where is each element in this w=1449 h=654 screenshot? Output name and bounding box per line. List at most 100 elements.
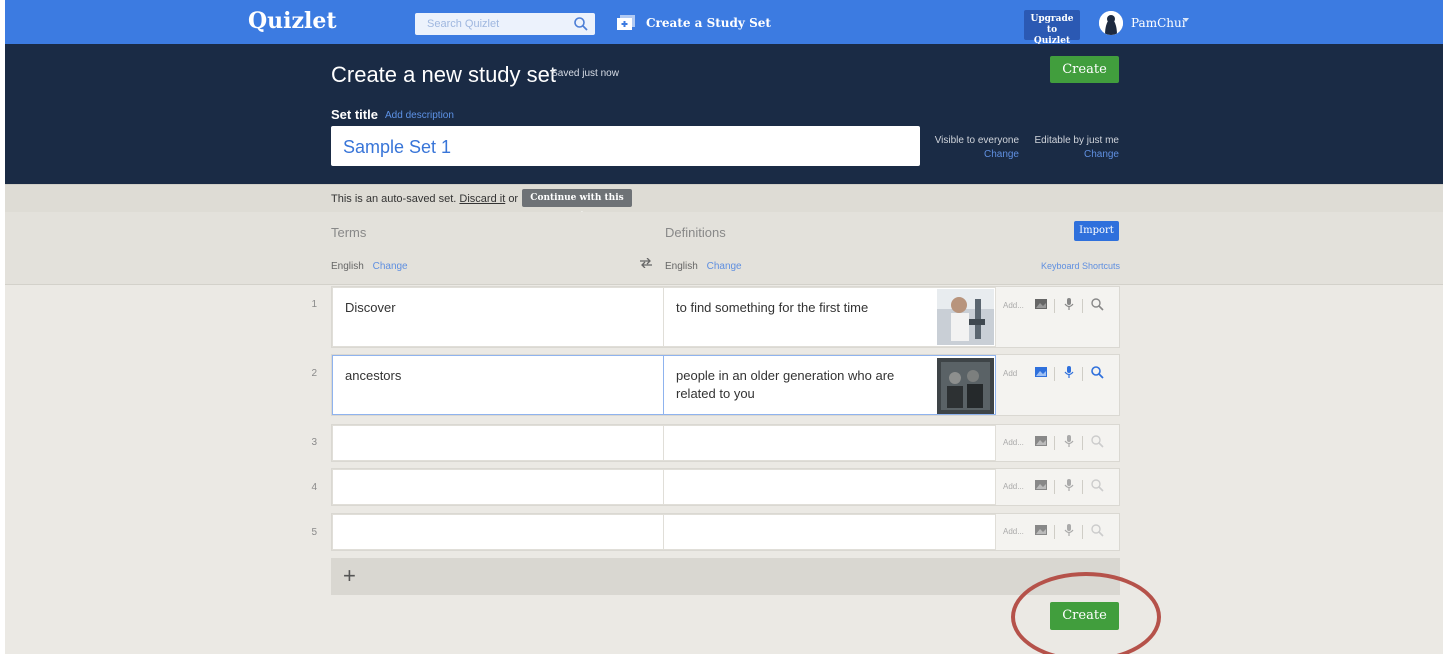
terms-header: Terms Definitions Import English Change … xyxy=(5,212,1443,285)
row-tools: Add... xyxy=(996,469,1120,505)
image-icon[interactable] xyxy=(1034,478,1048,492)
microphone-icon[interactable] xyxy=(1062,434,1076,448)
add-image-link[interactable]: Add... xyxy=(1003,527,1024,536)
add-image-link[interactable]: Add... xyxy=(1003,438,1024,447)
username[interactable]: PamChui xyxy=(1131,16,1186,30)
divider xyxy=(1082,480,1083,494)
keyboard-shortcuts-link[interactable]: Keyboard Shortcuts xyxy=(1041,261,1120,271)
microphone-icon[interactable] xyxy=(1062,478,1076,492)
visibility-change-link[interactable]: Change xyxy=(923,149,1019,160)
continue-button[interactable]: Continue with this set xyxy=(522,189,632,221)
terms-column-title: Terms xyxy=(331,225,367,240)
chevron-down-icon[interactable] xyxy=(1183,18,1189,22)
autosave-prefix: This is an auto-saved set. xyxy=(331,193,457,205)
top-nav: Quizlet Search Quizlet Create a Study Se… xyxy=(5,0,1443,57)
card-row: ancestors people in an older generation … xyxy=(331,354,1120,416)
add-description-link[interactable]: Add description xyxy=(385,110,454,121)
microphone-icon[interactable] xyxy=(1062,523,1076,537)
definition-image[interactable] xyxy=(937,358,994,414)
divider xyxy=(1054,480,1055,494)
term-input[interactable] xyxy=(332,425,664,461)
term-input[interactable] xyxy=(332,469,664,505)
def-language-change[interactable]: Change xyxy=(707,261,742,272)
editable-setting: Editable by just me Change xyxy=(1025,135,1120,160)
upgrade-button[interactable]: Upgrade to Quizlet Plus xyxy=(1024,10,1080,57)
divider xyxy=(1054,299,1055,313)
add-card-button[interactable]: + xyxy=(331,558,1120,595)
row-tools: Add... xyxy=(996,514,1120,550)
row-tools: Add... xyxy=(996,425,1120,461)
set-title-input[interactable]: Sample Set 1 xyxy=(331,126,920,166)
app-frame: Quizlet Search Quizlet Create a Study Se… xyxy=(5,0,1443,654)
search-icon[interactable] xyxy=(1090,523,1104,537)
term-input[interactable] xyxy=(332,514,664,550)
discard-link[interactable]: Discard it xyxy=(459,193,505,205)
term-language: English Change xyxy=(331,261,408,272)
row-number: 5 xyxy=(311,527,317,538)
divider xyxy=(1082,299,1083,313)
image-icon[interactable] xyxy=(1034,523,1048,537)
annotation-circle xyxy=(1011,572,1161,654)
divider xyxy=(1054,436,1055,450)
divider xyxy=(1082,436,1083,450)
definition-input[interactable] xyxy=(663,469,996,505)
row-tools: Add... xyxy=(996,287,1120,347)
divider xyxy=(1054,525,1055,539)
swap-icon[interactable] xyxy=(639,258,653,268)
search-box[interactable]: Search Quizlet xyxy=(415,13,595,35)
set-title-value[interactable]: Sample Set 1 xyxy=(343,137,451,158)
divider xyxy=(1082,367,1083,381)
term-text[interactable]: ancestors xyxy=(345,367,401,385)
definition-image[interactable] xyxy=(937,289,994,345)
autosave-or: or xyxy=(508,193,519,205)
add-image-link[interactable]: Add xyxy=(1003,369,1017,378)
card-row: Discover to find something for the first… xyxy=(331,286,1120,348)
import-button[interactable]: Import xyxy=(1074,221,1119,241)
autosave-bar: This is an auto-saved set. Discard it or… xyxy=(5,184,1443,221)
search-icon[interactable] xyxy=(1090,434,1104,448)
row-number: 1 xyxy=(311,299,317,310)
autosave-message: This is an auto-saved set. Discard it or xyxy=(331,193,518,205)
card-row: Add... xyxy=(331,424,1120,462)
microphone-icon[interactable] xyxy=(1062,365,1076,379)
create-button-top[interactable]: Create xyxy=(1050,56,1119,83)
visibility-setting: Visible to everyone Change xyxy=(923,135,1019,160)
add-set-icon[interactable] xyxy=(617,15,635,30)
definition-input[interactable] xyxy=(663,425,996,461)
add-image-link[interactable]: Add... xyxy=(1003,482,1024,491)
divider xyxy=(1054,367,1055,381)
search-icon[interactable] xyxy=(1090,297,1104,311)
term-input[interactable]: Discover xyxy=(332,287,664,347)
definition-text[interactable]: people in an older generation who are re… xyxy=(676,367,916,403)
term-language-change[interactable]: Change xyxy=(373,261,408,272)
save-status: · Saved just now xyxy=(545,68,619,79)
divider xyxy=(1082,525,1083,539)
image-icon[interactable] xyxy=(1034,297,1048,311)
search-icon[interactable] xyxy=(1090,478,1104,492)
term-text[interactable]: Discover xyxy=(345,299,396,317)
card-row: Add... xyxy=(331,513,1120,551)
definition-text[interactable]: to find something for the first time xyxy=(676,299,868,317)
def-language: English Change xyxy=(665,261,742,272)
quizlet-logo[interactable]: Quizlet xyxy=(248,8,337,34)
avatar[interactable] xyxy=(1099,11,1123,35)
create-study-set-link[interactable]: Create a Study Set xyxy=(646,16,771,30)
plus-icon[interactable]: + xyxy=(343,563,356,589)
editable-label: Editable by just me xyxy=(1034,135,1120,146)
add-image-link[interactable]: Add... xyxy=(1003,301,1024,310)
search-icon[interactable] xyxy=(573,16,589,32)
term-input[interactable]: ancestors xyxy=(332,355,664,415)
avatar-icon xyxy=(1099,11,1123,35)
image-icon[interactable] xyxy=(1034,434,1048,448)
microphone-icon[interactable] xyxy=(1062,297,1076,311)
row-number: 4 xyxy=(311,482,317,493)
image-icon[interactable] xyxy=(1034,365,1048,379)
editable-change-link[interactable]: Change xyxy=(1025,149,1119,160)
definitions-column-title: Definitions xyxy=(665,225,726,240)
search-icon[interactable] xyxy=(1090,365,1104,379)
definition-input[interactable] xyxy=(663,514,996,550)
upgrade-line-1: Upgrade to xyxy=(1030,14,1074,35)
def-language-value: English xyxy=(665,261,698,272)
search-input[interactable]: Search Quizlet xyxy=(427,18,499,30)
card-row: Add... xyxy=(331,468,1120,506)
